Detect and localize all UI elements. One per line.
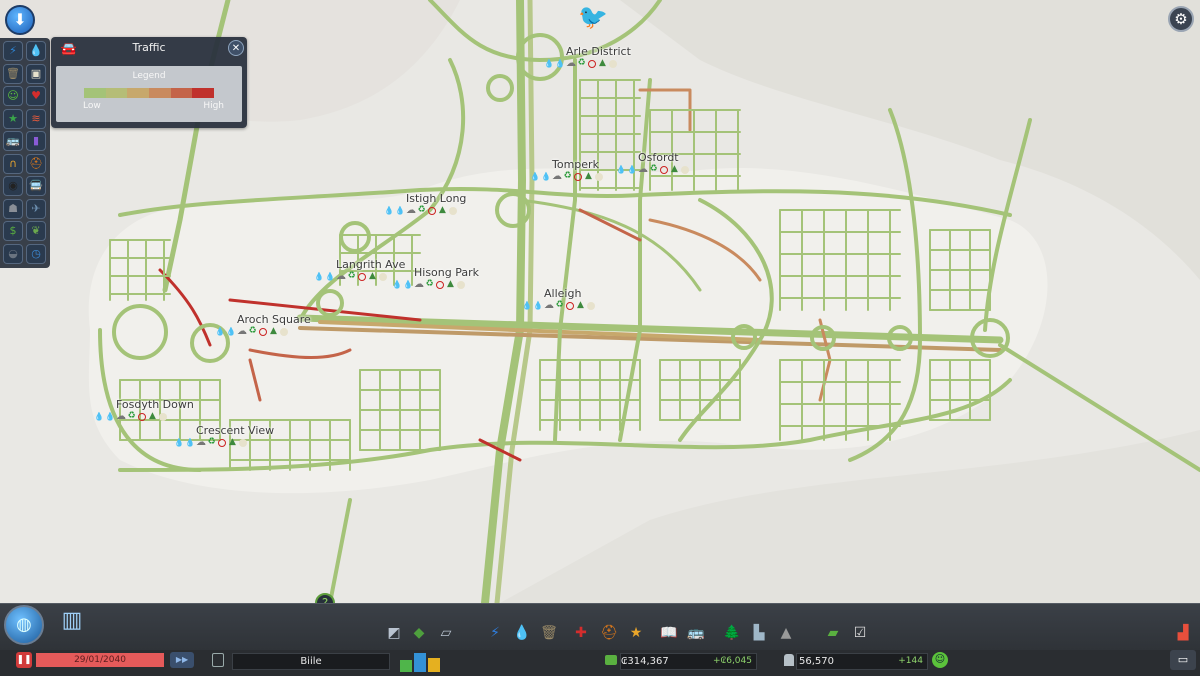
water-icon[interactable]: 💧 — [26, 41, 46, 61]
district-label[interactable]: Arle District — [566, 45, 631, 58]
fire-icon[interactable]: ⛑ — [598, 622, 620, 644]
area-icon[interactable] — [212, 653, 224, 667]
demand-bar-industrial — [428, 658, 440, 672]
district-icon[interactable]: ◆ — [408, 622, 430, 644]
water-icon[interactable]: 💧 — [511, 622, 533, 644]
info-views-button[interactable]: ⬇ — [5, 5, 35, 35]
district-label[interactable]: Fosdyth Down — [116, 398, 194, 411]
money-icon[interactable]: $ — [3, 221, 23, 241]
population-panel[interactable]: 56,570 +144 — [796, 653, 928, 670]
demand-bar-commercial — [414, 653, 426, 672]
education-icon[interactable]: 📖 — [658, 622, 680, 644]
garbage-icon[interactable]: 🗑 — [538, 622, 560, 644]
district-service-icons: 💧 💧 ☁ ♻ ▲ — [616, 165, 689, 175]
public-transport-icon[interactable]: 🚌 — [3, 131, 23, 151]
happiness-icon[interactable]: ☺ — [932, 652, 948, 668]
tunnel-icon[interactable]: ◒ — [3, 243, 23, 264]
nature-icon[interactable]: ❦ — [26, 221, 46, 241]
legend-gradient — [84, 88, 215, 98]
globe-icon[interactable]: ◍ — [4, 605, 44, 645]
money-delta: +₢6,045 — [712, 656, 752, 666]
population-value: 56,570 — [799, 656, 834, 667]
population-icon[interactable]: ☗ — [3, 198, 23, 219]
legend-swatch — [192, 88, 215, 98]
district-service-icons: 💧 💧 ☁ ♻ ▲ — [522, 301, 595, 311]
bulldozer-icon[interactable]: ▟ — [1171, 624, 1195, 642]
population-icon — [784, 654, 794, 666]
panel-title: Traffic — [132, 41, 166, 54]
chirper-bird-icon[interactable]: 🐦 — [578, 4, 608, 30]
fire-icon[interactable]: ⛑ — [26, 153, 46, 174]
road-icon[interactable]: ∩ — [3, 153, 23, 174]
healthcare-icon[interactable]: ✚ — [570, 622, 592, 644]
police-icon[interactable]: ★ — [625, 622, 647, 644]
legend-swatch — [170, 88, 193, 98]
district-service-icons: 💧 💧 ☁ ♻ ▲ — [530, 172, 603, 182]
info-views-toolbar: ⚡ 💧 🗑 ▣ ☺ ♥ ★ ≋ 🚌 ▮ ∩ ⛑ ◉ 🚍 ☗ ✈ $ ❦ ◒ ◷ — [0, 38, 50, 268]
legend-swatch — [149, 88, 171, 98]
gear-icon[interactable]: ⚙ — [1168, 6, 1194, 32]
level-icon[interactable]: ★ — [3, 108, 23, 129]
district-label[interactable]: Langrith Ave — [336, 258, 405, 271]
district-service-icons: 💧 💧 ☁ ♻ ▲ — [544, 59, 617, 69]
legend-swatch — [84, 88, 106, 98]
district-service-icons: 💧 💧 ☁ ♻ ▲ — [174, 438, 247, 448]
electricity-icon[interactable]: ⚡ — [484, 622, 506, 644]
traffic-info-panel: 🚘 Traffic ✕ Legend Low High — [51, 37, 247, 128]
speed-button[interactable]: ▶▶ — [170, 652, 194, 668]
beautification-icon[interactable]: 🌲 — [721, 622, 743, 644]
legend-swatch — [127, 88, 150, 98]
land-value-icon[interactable]: ▣ — [26, 63, 46, 84]
district-service-icons: 💧 💧 ☁ ♻ ▲ — [392, 280, 465, 290]
clock-icon[interactable]: ◷ — [26, 243, 46, 264]
pause-button[interactable]: ❚❚ — [16, 652, 32, 668]
district-label[interactable]: Aroch Square — [237, 313, 311, 326]
district-label[interactable]: Istigh Long — [406, 192, 466, 205]
happiness-icon[interactable]: ☺ — [3, 86, 23, 106]
wind-icon[interactable]: ✈ — [26, 198, 46, 219]
close-icon[interactable]: ✕ — [228, 40, 244, 56]
noise-icon[interactable]: ≋ — [26, 108, 46, 129]
health-icon[interactable]: ♥ — [26, 86, 46, 106]
zoning-icon[interactable]: ◩ — [383, 622, 405, 644]
crime-icon[interactable]: ◉ — [3, 176, 23, 196]
money-panel[interactable]: ₢314,367 +₢6,045 — [620, 653, 757, 670]
district-service-icons: 💧 💧 ☁ ♻ ▲ — [384, 206, 457, 216]
district-service-icons: 💧 💧 ☁ ♻ ▲ — [314, 272, 387, 282]
public-transport-icon[interactable]: 🚌 — [685, 622, 707, 644]
education-icon[interactable]: ▮ — [26, 131, 46, 151]
electricity-icon[interactable]: ⚡ — [3, 41, 23, 61]
wonders-icon[interactable]: ▲ — [775, 622, 797, 644]
district-label[interactable]: Tomperk — [552, 158, 599, 171]
roads-icon[interactable]: ▱ — [435, 622, 457, 644]
district-service-icons: 💧 💧 ☁ ♻ ▲ — [94, 412, 167, 422]
rci-demand-meter — [400, 650, 440, 672]
population-delta: +144 — [898, 656, 923, 666]
legend-swatch — [105, 88, 128, 98]
district-label[interactable]: Crescent View — [196, 424, 274, 437]
city-name[interactable]: Biile — [232, 653, 390, 670]
traffic-legend: Legend Low High — [56, 66, 242, 122]
legend-high-label: High — [203, 101, 224, 111]
money-balance: ₢314,367 — [621, 656, 669, 667]
legend-title: Legend — [132, 71, 166, 81]
legend-low-label: Low — [83, 101, 101, 111]
money-icon — [605, 655, 617, 665]
economy-icon[interactable]: ▰ — [822, 622, 844, 644]
game-date: 29/01/2040 — [36, 653, 164, 667]
district-label[interactable]: Hisong Park — [414, 266, 479, 279]
garbage-icon[interactable]: 🗑 — [3, 63, 23, 84]
city-skyline-icon[interactable]: ▥ — [44, 598, 100, 644]
monuments-icon[interactable]: ▙ — [748, 622, 770, 644]
district-service-icons: 💧 💧 ☁ ♻ ▲ — [215, 327, 288, 337]
district-label[interactable]: Osfordt — [638, 151, 679, 164]
demand-bar-residential — [400, 659, 412, 672]
district-label[interactable]: Alleigh — [544, 287, 581, 300]
policies-icon[interactable]: ☑ — [849, 622, 871, 644]
free-camera-icon[interactable]: ▭ — [1170, 650, 1196, 670]
transport-routes-icon[interactable]: 🚍 — [26, 176, 46, 196]
